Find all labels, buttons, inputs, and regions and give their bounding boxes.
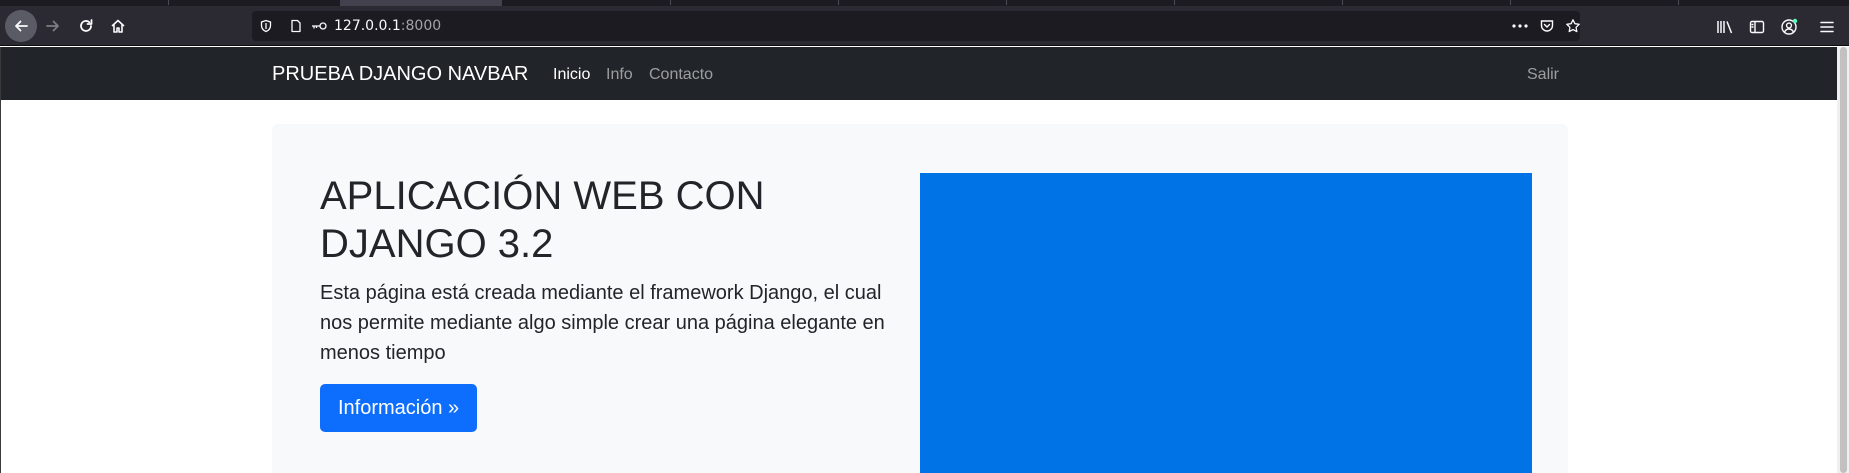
- nav-link-info[interactable]: Info: [606, 65, 633, 85]
- account-icon[interactable]: [1780, 18, 1798, 36]
- menu-icon[interactable]: [1818, 18, 1836, 36]
- back-button[interactable]: [5, 10, 37, 42]
- navbar-brand[interactable]: PRUEBA DJANGO NAVBAR: [272, 62, 528, 86]
- url-host: 127.0.0.1: [334, 18, 401, 34]
- tab-separator: [1174, 0, 1175, 5]
- url-text[interactable]: 127.0.0.1:8000: [334, 18, 441, 34]
- bookmark-star-icon[interactable]: [1565, 18, 1581, 34]
- scrollbar-thumb[interactable]: [1840, 47, 1847, 473]
- url-port: :8000: [400, 18, 442, 34]
- pocket-icon[interactable]: [1539, 18, 1555, 34]
- hero-lead-text: Esta página está creada mediante el fram…: [320, 282, 885, 364]
- library-icon[interactable]: [1716, 18, 1734, 36]
- site-navbar: PRUEBA DJANGO NAVBAR Inicio Info Contact…: [1, 47, 1837, 100]
- hero-jumbotron: APLICACIÓN WEB CON DJANGO 3.2 Esta págin…: [272, 124, 1568, 473]
- tab-separator: [838, 0, 839, 5]
- key-icon[interactable]: [310, 18, 328, 34]
- url-bar[interactable]: 127.0.0.1:8000: [252, 11, 1580, 41]
- tab-separator: [1006, 0, 1007, 5]
- tab-separator: [1678, 0, 1679, 5]
- hero-image: [920, 173, 1532, 473]
- info-button[interactable]: Información »: [320, 384, 478, 432]
- hero-title: APLICACIÓN WEB CON DJANGO 3.2: [320, 174, 765, 266]
- reload-button[interactable]: [70, 10, 102, 42]
- page-viewport: PRUEBA DJANGO NAVBAR Inicio Info Contact…: [0, 47, 1837, 473]
- tab-separator: [670, 0, 671, 5]
- nav-link-contacto[interactable]: Contacto: [649, 65, 713, 85]
- tab-separator: [1342, 0, 1343, 5]
- nav-link-inicio[interactable]: Inicio: [553, 65, 590, 85]
- page-icon[interactable]: [288, 18, 304, 34]
- browser-toolbar: 127.0.0.1:8000: [0, 6, 1849, 46]
- reload-icon: [80, 19, 93, 32]
- home-button[interactable]: [102, 10, 134, 42]
- page-scrollbar[interactable]: [1837, 47, 1849, 473]
- tab-separator: [1510, 0, 1511, 5]
- shield-icon[interactable]: [258, 18, 274, 34]
- tab-separator: [168, 0, 169, 5]
- more-actions-icon[interactable]: [1512, 18, 1528, 34]
- forward-button[interactable]: [37, 10, 69, 42]
- logout-link[interactable]: Salir: [1527, 65, 1559, 85]
- home-icon: [111, 19, 125, 33]
- arrow-right-icon: [46, 20, 59, 32]
- sidebar-icon[interactable]: [1748, 18, 1766, 36]
- arrow-left-icon: [15, 20, 28, 32]
